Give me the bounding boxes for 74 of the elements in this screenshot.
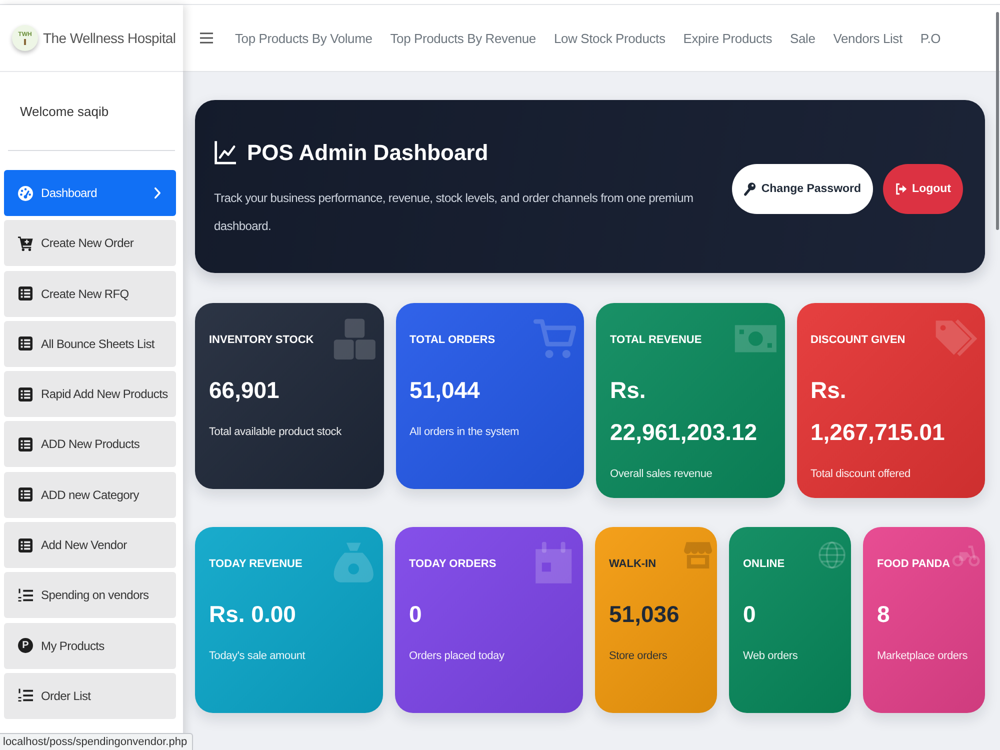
stat-value: Rs. 1,267,715.01 — [810, 376, 946, 447]
sidebar-item[interactable]: Rapid Add New Products — [4, 371, 176, 418]
stat-label: ONLINE — [743, 557, 785, 571]
stat-caption: All orders in the system — [410, 425, 520, 440]
stat-value: 51,036 — [609, 600, 680, 629]
hero-subtitle: Track your business performance, revenue, stock levels, and order channels from one premium dashboard. — [214, 190, 694, 235]
stat-caption: Total discount offered — [810, 467, 910, 482]
sidebar-item[interactable]: Order List — [4, 672, 176, 719]
nav-link[interactable]: Sale — [790, 30, 816, 46]
nav-link[interactable]: P.O — [920, 30, 941, 46]
stat-caption: Marketplace orders — [877, 649, 968, 664]
globe-icon — [818, 541, 846, 570]
cart-icon — [533, 317, 576, 360]
list-icon — [18, 436, 33, 452]
cart-plus-icon — [18, 236, 33, 251]
nav-link[interactable]: Low Stock Products — [554, 30, 666, 46]
nav-link[interactable]: Expire Products — [683, 30, 772, 46]
sidebar-item[interactable]: Add New Vendor — [4, 522, 176, 568]
nav-link[interactable]: Top Products By Revenue — [390, 30, 536, 46]
sidebar-item[interactable]: Spending on vendors — [4, 572, 176, 618]
stat-label: FOOD PANDA — [877, 557, 950, 571]
stat-caption: Web orders — [743, 649, 798, 664]
stat-caption: Orders placed today — [409, 649, 504, 664]
sidebar-item[interactable]: P My Products — [4, 622, 176, 669]
key-icon — [744, 182, 756, 196]
stat-label: WALK-IN — [609, 557, 656, 571]
stat-value: 8 — [877, 600, 890, 629]
logout-icon — [895, 182, 908, 196]
stat-value: 0 — [409, 600, 422, 629]
stat-label: TODAY REVENUE — [209, 557, 302, 571]
stat-value: 0 — [743, 600, 756, 629]
stat-label: DISCOUNT GIVEN — [810, 333, 906, 347]
scrollbar-thumb[interactable] — [996, 12, 999, 230]
list-icon — [18, 336, 33, 352]
nav-link[interactable]: Vendors List — [833, 30, 902, 46]
stat-value: 66,901 — [209, 376, 280, 405]
chart-line-icon — [214, 141, 236, 165]
list-icon — [18, 538, 33, 553]
stat-caption: Store orders — [609, 649, 668, 664]
hero-title: POS Admin Dashboard — [247, 139, 488, 167]
sidebar-item[interactable]: Dashboard — [4, 170, 176, 216]
boxes-icon — [332, 317, 376, 360]
brand-name: The Wellness Hospital — [43, 30, 176, 46]
stat-caption: Overall sales revenue — [610, 467, 712, 482]
sidebar-item[interactable]: ADD New Products — [4, 421, 176, 468]
chevron-right-icon — [154, 187, 161, 199]
stat-value: Rs. 0.00 — [209, 600, 296, 629]
gauge-icon — [18, 186, 33, 200]
sidebar-item[interactable]: ADD new Category — [4, 472, 176, 518]
stat-caption: Total available product stock — [209, 425, 342, 440]
logout-button[interactable]: Logout — [883, 164, 963, 214]
list-icon — [18, 286, 33, 302]
stat-label: TODAY ORDERS — [409, 557, 496, 571]
money-bag-icon — [332, 541, 376, 584]
stat-value: 51,044 — [410, 376, 480, 405]
stat-label: TOTAL ORDERS — [410, 333, 496, 347]
stat-label: INVENTORY STOCK — [209, 333, 314, 347]
numbered-list-icon — [18, 688, 33, 704]
store-icon — [684, 541, 712, 570]
letter-icon: P — [18, 638, 33, 654]
list-icon — [18, 386, 33, 402]
welcome-text: Welcome saqib — [20, 104, 109, 118]
sidebar-item[interactable]: Create New Order — [4, 220, 176, 266]
stat-caption: Today's sale amount — [209, 649, 306, 664]
stat-value: Rs. 22,961,203.12 — [610, 376, 758, 447]
nav-link[interactable]: Top Products By Volume — [235, 30, 372, 46]
list-icon — [18, 487, 33, 502]
change-password-button[interactable]: Change Password — [732, 164, 874, 214]
sidebar-item[interactable]: Create New RFQ — [4, 270, 176, 317]
stat-label: TOTAL REVENUE — [610, 333, 702, 347]
status-url: localhost/poss/spendingonvendor.php — [0, 733, 194, 750]
menu-icon[interactable] — [200, 32, 213, 44]
numbered-list-icon — [18, 588, 33, 603]
sidebar-item[interactable]: All Bounce Sheets List — [4, 320, 176, 367]
